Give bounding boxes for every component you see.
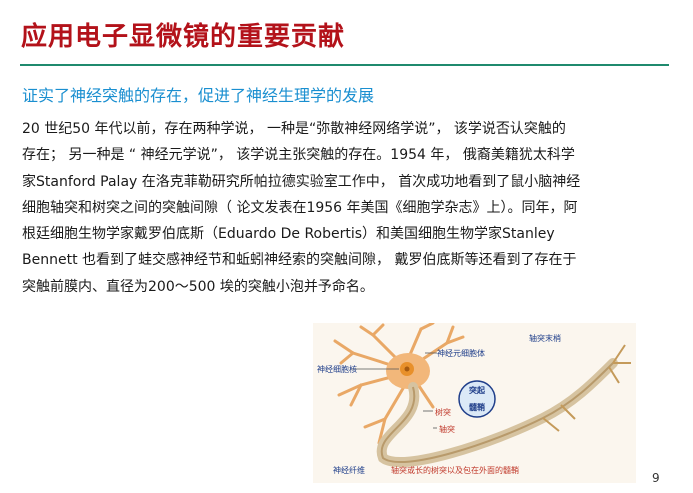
label-axon-terminal: 轴突末梢 — [529, 334, 561, 343]
body-line: 家Stanford Palay 在洛克菲勒研究所帕拉德实验室工作中， 首次成功地… — [22, 173, 581, 190]
label-cell-body: 神经元细胞体 — [437, 349, 485, 358]
slide-title: 应用电子显微镜的重要贡献 — [21, 22, 346, 52]
body-line: 细胞轴突和树突之间的突触间隙（ 论文发表在1956 年美国《细胞学杂志》上）。同… — [22, 199, 578, 216]
body-paragraph: 20 世纪50 年代以前，存在两种学说， 一种是“弥散神经网络学说”， 该学说否… — [22, 116, 670, 300]
label-nerve-fiber: 神经纤维 — [333, 466, 365, 475]
body-line: 根廷细胞生物学家戴罗伯底斯（Eduardo De Robertis）和美国细胞生… — [22, 226, 555, 243]
title-divider — [20, 64, 669, 66]
body-line: Bennett 也看到了蛙交感神经节和蚯蚓神经索的突触间隙， 戴罗伯底斯等还看到… — [22, 252, 577, 269]
label-myelin: 髓鞘 — [469, 403, 485, 412]
body-line: 20 世纪50 年代以前，存在两种学说， 一种是“弥散神经网络学说”， 该学说否… — [22, 121, 566, 137]
label-synapse: 突起 — [469, 386, 485, 395]
neuron-diagram: 神经元细胞体 神经细胞核 轴突末梢 突起 髓鞘 树突 轴突 神经纤维 轴突或长的… — [313, 321, 636, 483]
page-number: 9 — [652, 471, 660, 485]
label-axon: 轴突 — [439, 425, 455, 434]
body-line: 存在； 另一种是 “ 神经元学说”， 该学说主张突触的存在。1954 年， 俄裔… — [22, 147, 575, 164]
label-nucleus: 神经细胞核 — [317, 365, 357, 374]
figure-caption: 轴突或长的树突以及包在外面的髓鞘 — [391, 466, 519, 475]
label-dendrite: 树突 — [435, 408, 451, 417]
slide-subtitle: 证实了神经突触的存在，促进了神经生理学的发展 — [22, 86, 375, 105]
body-line: 突触前膜内、直径为200～500 埃的突触小泡并予命名。 — [22, 278, 374, 295]
